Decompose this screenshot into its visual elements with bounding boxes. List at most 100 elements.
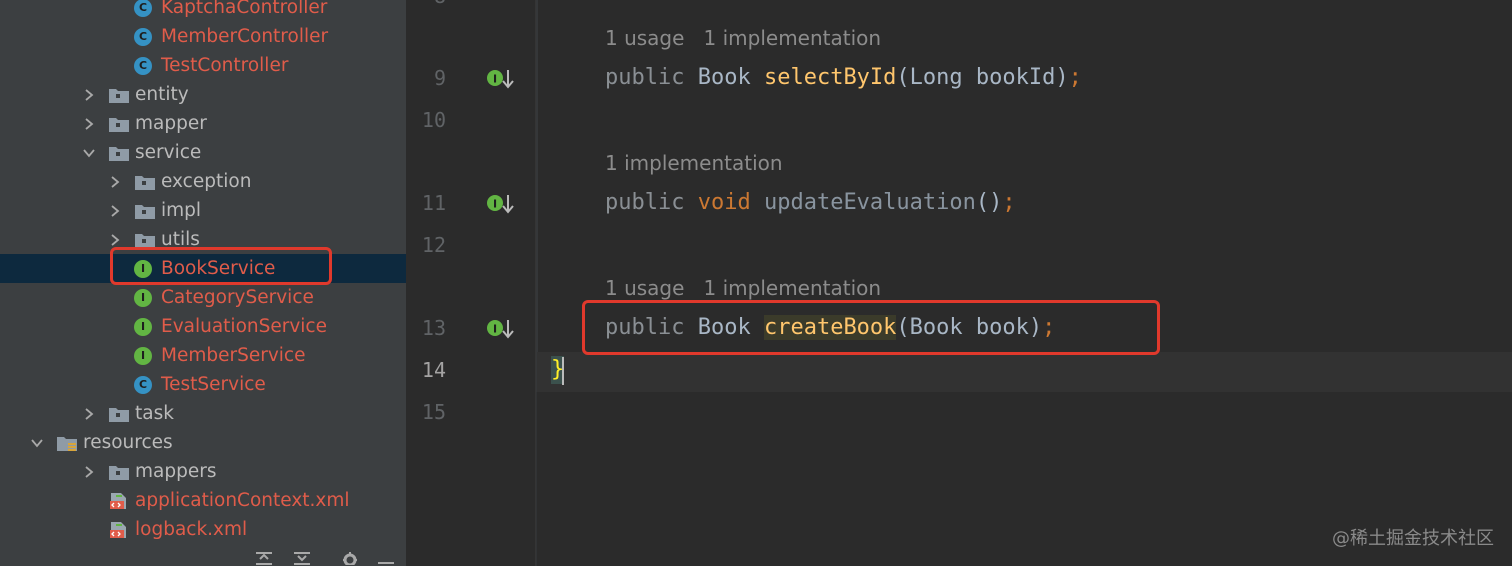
interface-icon: I (134, 317, 152, 336)
tree-item-label: task (135, 403, 174, 424)
implementation-hint-text[interactable]: 1 implementation (704, 26, 882, 50)
chevron-down-icon[interactable] (82, 146, 96, 160)
chevron-right-icon[interactable] (82, 407, 96, 421)
folder-icon (134, 231, 156, 249)
tree-item-label: MemberService (161, 345, 306, 366)
watermark: @稀土掘金技术社区 (1332, 528, 1494, 549)
tree-item-label: CategoryService (161, 287, 314, 308)
tree-item-label: applicationContext.xml (135, 490, 350, 511)
keyword: public (605, 65, 685, 90)
class-icon: C (134, 27, 152, 46)
method-name: updateEvaluation (763, 190, 976, 215)
usage-hint-text[interactable]: 1 usage (605, 276, 684, 300)
interface-icon: I (134, 346, 152, 365)
tree-item-entity[interactable]: entity (0, 80, 406, 109)
tree-item-testcontroller[interactable]: C TestController (0, 51, 406, 80)
tree-item-label: TestService (161, 374, 266, 395)
tree-item-label: EvaluationService (161, 316, 327, 337)
expand-all-icon[interactable] (254, 550, 274, 565)
tree-item-kaptchacontroller[interactable]: C KaptchaController (0, 0, 406, 22)
tree-item-evaluationservice[interactable]: I EvaluationService (0, 312, 406, 341)
tree-item-label: entity (135, 84, 189, 105)
tree-item-memberservice[interactable]: I MemberService (0, 341, 406, 370)
tree-item-exception[interactable]: exception (0, 167, 406, 196)
gutter-divider (536, 392, 537, 566)
chevron-down-icon[interactable] (30, 436, 44, 450)
chevron-right-icon[interactable] (82, 117, 96, 131)
svg-text:I: I (493, 323, 497, 336)
class-icon: C (134, 0, 152, 17)
tree-item-task[interactable]: task (0, 399, 406, 428)
tree-item-label: logback.xml (135, 519, 248, 540)
code-editor[interactable]: 8 9 10 11 12 13 14 15 I I I 1 usage 1 implement… (406, 0, 1512, 566)
folder-icon (134, 173, 156, 191)
svg-text:I: I (493, 198, 497, 211)
tree-item-logback-xml[interactable]: logback.xml (0, 515, 406, 544)
chevron-right-icon[interactable] (82, 88, 96, 102)
folder-icon (108, 86, 130, 104)
current-line-highlight (537, 352, 1512, 392)
tree-item-label: MemberController (161, 26, 329, 47)
svg-text:I: I (493, 73, 497, 86)
tree-item-label: KaptchaController (161, 0, 328, 18)
implementation-hint-text[interactable]: 1 implementation (704, 276, 882, 300)
highlight-box-bookservice (110, 247, 332, 285)
line-number: 15 (421, 400, 446, 424)
folder-icon (134, 202, 156, 220)
tree-item-resources[interactable]: resources (0, 428, 406, 457)
chevron-right-icon[interactable] (108, 204, 122, 218)
line-number: 14 (421, 358, 446, 382)
line-number: 13 (421, 316, 446, 340)
code-line-updateEvaluation[interactable]: public void updateEvaluation(); (605, 190, 1016, 215)
tree-toolbar (0, 542, 406, 566)
chevron-right-icon[interactable] (108, 175, 122, 189)
tree-item-label: resources (83, 432, 173, 453)
implemented-by-icon[interactable]: I (486, 193, 516, 215)
tree-item-label: exception (161, 171, 252, 192)
line-number: 12 (421, 233, 446, 257)
code-line-selectById[interactable]: public Book selectById(Long bookId); (605, 65, 1082, 90)
tree-item-mapper[interactable]: mapper (0, 109, 406, 138)
chevron-right-icon[interactable] (82, 465, 96, 479)
usage-hint-text[interactable]: 1 usage (605, 26, 684, 50)
tree-item-label: mappers (135, 461, 217, 482)
tree-item-categoryservice[interactable]: I CategoryService (0, 283, 406, 312)
tree-item-service[interactable]: service (0, 138, 406, 167)
highlight-box-createBook (582, 300, 1160, 355)
implementation-hint[interactable]: 1 implementation (605, 151, 783, 175)
tree-item-applicationcontext-xml[interactable]: applicationContext.xml (0, 486, 406, 515)
minimize-icon[interactable] (376, 550, 396, 564)
keyword: public (605, 190, 685, 215)
tree-item-membercontroller[interactable]: C MemberController (0, 22, 406, 51)
semicolon: ; (1002, 190, 1016, 215)
folder-icon (108, 115, 130, 133)
collapse-all-icon[interactable] (292, 550, 312, 565)
gear-icon[interactable] (340, 550, 360, 566)
usage-hint[interactable]: 1 usage 1 implementation (605, 276, 881, 300)
line-number: 10 (421, 108, 446, 132)
return-type: void (697, 190, 751, 215)
tree-item-label: mapper (135, 113, 207, 134)
implemented-by-icon[interactable]: I (486, 318, 516, 340)
chevron-right-icon[interactable] (108, 233, 122, 247)
implemented-by-icon[interactable]: I (486, 68, 516, 90)
gutter-divider (536, 0, 538, 392)
method-args: () (975, 190, 1003, 215)
tree-item-label: service (135, 142, 202, 163)
text-caret (562, 357, 564, 385)
class-icon: C (134, 375, 152, 394)
tree-item-label: TestController (161, 55, 289, 76)
folder-icon (108, 463, 130, 481)
tree-item-label: impl (161, 200, 202, 221)
folder-icon (108, 405, 130, 423)
class-icon: C (134, 56, 152, 75)
usage-hint[interactable]: 1 usage 1 implementation (605, 26, 881, 50)
line-number: 9 (433, 66, 446, 90)
implementation-hint-text[interactable]: 1 implementation (605, 151, 783, 175)
xml-file-icon (108, 521, 130, 539)
tree-item-mappers[interactable]: mappers (0, 457, 406, 486)
tree-item-impl[interactable]: impl (0, 196, 406, 225)
line-number: 8 (410, 0, 446, 8)
tree-item-testservice[interactable]: C TestService (0, 370, 406, 399)
semicolon: ; (1068, 65, 1082, 90)
